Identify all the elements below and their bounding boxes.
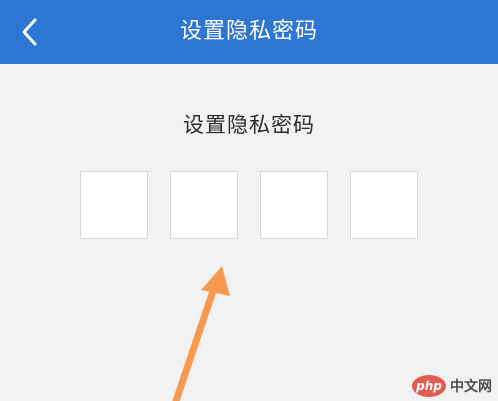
site-watermark: php 中文网	[412, 375, 492, 397]
page-title: 设置隐私密码	[179, 19, 318, 44]
pin-digit-2[interactable]	[170, 171, 238, 239]
pin-digit-1[interactable]	[80, 171, 148, 239]
watermark-text: 中文网	[450, 379, 492, 395]
php-logo: php	[412, 375, 446, 397]
password-prompt: 设置隐私密码	[183, 113, 315, 137]
screen: 设置隐私密码 设置隐私密码 php 中文网	[0, 0, 498, 401]
pin-digit-4[interactable]	[350, 171, 418, 239]
pin-input-row	[80, 171, 420, 241]
pin-digit-3[interactable]	[260, 171, 328, 239]
app-header: 设置隐私密码	[0, 0, 498, 64]
